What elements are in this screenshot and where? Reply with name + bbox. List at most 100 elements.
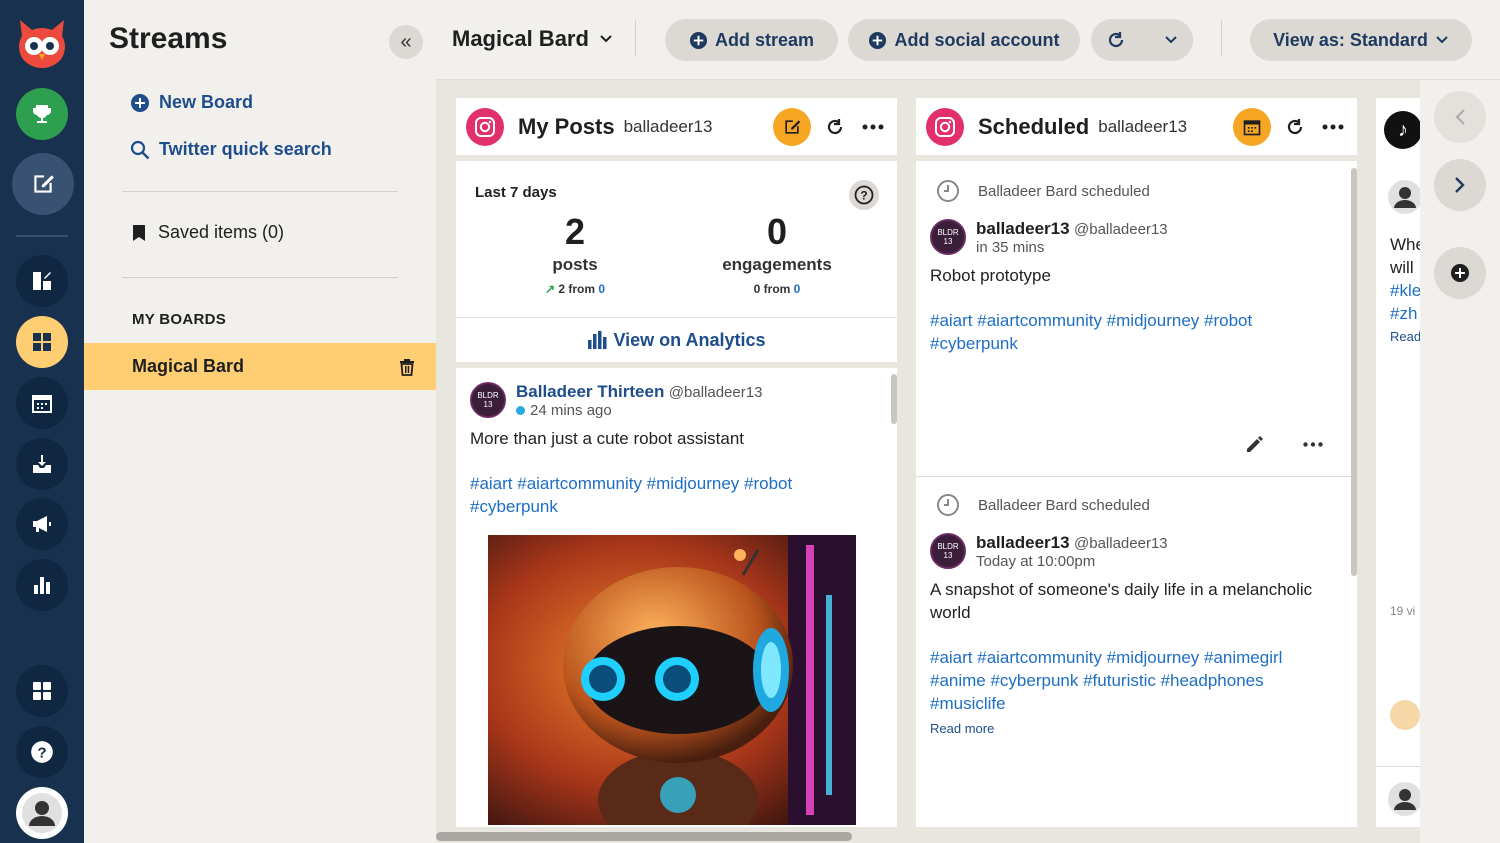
- post-hashtags[interactable]: #aiart #aiartcommunity #midjourney #robo…: [930, 309, 1310, 355]
- hootsuite-owl-logo[interactable]: [14, 14, 70, 70]
- read-more-link[interactable]: Read: [1390, 325, 1420, 348]
- refresh-icon: [827, 118, 843, 134]
- board-selector-label: Magical Bard: [452, 26, 589, 51]
- create-button[interactable]: [16, 255, 68, 307]
- compose-icon: [34, 175, 54, 193]
- stats-period-label: Last 7 days: [475, 184, 557, 201]
- twitter-search-link[interactable]: Twitter quick search: [130, 139, 332, 160]
- rail-divider: [16, 235, 68, 237]
- add-stream-fab[interactable]: [1434, 247, 1486, 299]
- plus-circle-icon: [689, 31, 708, 49]
- stream-more-button[interactable]: [859, 113, 887, 141]
- instagram-icon: [926, 107, 964, 146]
- post-hashtags[interactable]: #aiart #aiartcommunity #midjourney #anim…: [930, 646, 1320, 715]
- compose-post-button[interactable]: [773, 107, 811, 146]
- stream-column-scheduled: Scheduled balladeer13 Balladeer Bard sch…: [916, 98, 1357, 827]
- post-hashtag-fragment: #kle: [1390, 281, 1420, 300]
- add-social-account-button[interactable]: Add social account: [848, 19, 1080, 61]
- post-image-robot[interactable]: [488, 535, 856, 825]
- svg-text:?: ?: [37, 744, 46, 761]
- stats-help-button[interactable]: ?: [849, 180, 879, 210]
- planner-button[interactable]: [1233, 107, 1271, 146]
- pencil-icon: [1247, 436, 1263, 452]
- column-scrollbar[interactable]: [1351, 168, 1357, 576]
- refresh-icon: [1287, 118, 1303, 134]
- avatar[interactable]: BLDR 13: [930, 219, 966, 255]
- my-boards-heading: MY BOARDS: [132, 311, 227, 328]
- stream-stats-summary: Last 7 days ? 2 posts ↗ 2 from 0 0 engag…: [456, 161, 897, 318]
- post-handle: @balladeer13: [1074, 535, 1168, 552]
- plus-circle-icon: [1451, 264, 1469, 282]
- add-social-account-label: Add social account: [894, 29, 1060, 50]
- post-hashtags[interactable]: #aiart #aiartcommunity #midjourney #robo…: [470, 472, 850, 518]
- post-more-button[interactable]: [1299, 430, 1327, 458]
- posts-stat: 2 posts ↗ 2 from 0: [495, 211, 655, 296]
- planner-button[interactable]: [16, 377, 68, 429]
- view-on-analytics-link[interactable]: View on Analytics: [456, 318, 897, 368]
- add-stream-button[interactable]: Add stream: [665, 19, 838, 61]
- post-author[interactable]: Balladeer Thirteen: [516, 382, 664, 401]
- avatar[interactable]: BLDR 13: [930, 533, 966, 569]
- post-author[interactable]: balladeer13: [976, 533, 1070, 552]
- engagements-stat: 0 engagements 0 from 0: [697, 211, 857, 296]
- new-board-link[interactable]: New Board: [130, 92, 253, 113]
- analytics-button[interactable]: [16, 559, 68, 611]
- board-selector[interactable]: Magical Bard: [452, 26, 613, 52]
- post-text-fragment: will: [1390, 258, 1414, 277]
- post-text: Robot prototype: [930, 266, 1051, 285]
- streams-icon: [33, 333, 51, 351]
- inbox-icon: [33, 455, 51, 473]
- avatar[interactable]: BLDR 13: [470, 382, 506, 418]
- sidebar-title: Streams: [109, 22, 228, 55]
- compose-button[interactable]: [12, 153, 74, 215]
- trash-icon[interactable]: [398, 358, 416, 376]
- read-more-link[interactable]: Read more: [930, 721, 1343, 736]
- edit-post-button[interactable]: [1241, 430, 1269, 458]
- stream-more-button[interactable]: [1319, 113, 1347, 141]
- app-window: ? Streams « New Board Twitter quick sear…: [0, 0, 1500, 843]
- plus-circle-icon: [131, 93, 149, 112]
- apps-button[interactable]: [16, 665, 68, 717]
- help-button[interactable]: ?: [16, 726, 68, 778]
- views-count: 19 vi: [1390, 604, 1416, 618]
- user-avatar-icon: [1388, 782, 1420, 816]
- chevron-down-icon: [1436, 36, 1448, 44]
- commenter-avatar[interactable]: [1390, 700, 1420, 730]
- board-item-label: Magical Bard: [132, 356, 245, 376]
- streams-button[interactable]: [16, 316, 68, 368]
- bar-chart-icon: [34, 577, 50, 594]
- engagements-label: engagements: [722, 255, 832, 274]
- column-scrollbar[interactable]: [891, 374, 897, 424]
- refresh-dropdown-button[interactable]: [1091, 19, 1193, 61]
- collapse-sidebar-button[interactable]: «: [389, 25, 423, 59]
- horizontal-scrollbar[interactable]: [436, 832, 852, 841]
- trophy-icon: [33, 105, 51, 123]
- view-as-dropdown[interactable]: View as: Standard: [1250, 19, 1472, 61]
- post-card: BLDR 13 Balladeer Thirteen @balladeer13 …: [456, 368, 897, 825]
- refresh-stream-button[interactable]: [1281, 113, 1309, 141]
- post-text-fragment: Whe: [1390, 235, 1420, 254]
- scroll-right-button[interactable]: [1434, 159, 1486, 211]
- scroll-left-button[interactable]: [1434, 91, 1486, 143]
- stream-title: Scheduled: [978, 113, 1090, 139]
- refresh-stream-button[interactable]: [821, 113, 849, 141]
- user-avatar-icon: [22, 793, 62, 833]
- bookmark-icon: [133, 224, 145, 241]
- toolbar-separator: [1221, 20, 1222, 56]
- stream-header: My Posts balladeer13: [456, 98, 897, 161]
- post-author[interactable]: balladeer13: [976, 219, 1070, 238]
- saved-items-link[interactable]: Saved items (0): [132, 222, 284, 243]
- compose-icon: [785, 119, 801, 134]
- clock-icon: [937, 494, 959, 516]
- post-time: 24 mins ago: [530, 402, 612, 419]
- stream-account: balladeer13: [1098, 116, 1188, 136]
- profile-button[interactable]: [16, 787, 68, 839]
- advertise-button[interactable]: [16, 498, 68, 550]
- scheduled-status: Balladeer Bard scheduled: [978, 496, 1150, 514]
- inbox-button[interactable]: [16, 438, 68, 490]
- calendar-icon: [1243, 119, 1261, 135]
- posts-label: posts: [552, 255, 598, 274]
- trophy-button[interactable]: [16, 88, 68, 140]
- chevron-left-icon: [1455, 109, 1465, 125]
- board-item-magical-bard[interactable]: Magical Bard: [84, 343, 436, 390]
